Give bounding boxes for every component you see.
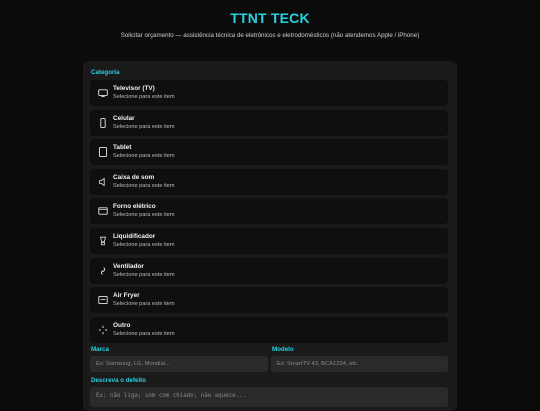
category-title: Liquidificador	[113, 232, 156, 240]
blender-icon	[98, 236, 108, 246]
brand-label: Marca	[91, 346, 109, 353]
defect-label: Descreva o defeito	[91, 377, 147, 384]
fan-icon	[98, 266, 108, 276]
category-subtitle: Selecione para este item	[113, 123, 175, 130]
category-item-tv[interactable]: Televisor (TV) Selecione para este item	[90, 80, 448, 106]
category-subtitle: Selecione para este item	[113, 182, 175, 189]
category-item-phone[interactable]: Celular Selecione para este item	[90, 109, 448, 136]
category-item-fan[interactable]: Ventilador Selecione para este item	[90, 257, 448, 284]
tv-icon	[98, 88, 108, 98]
model-input[interactable]: Ex: SmartTV 43, BCA1234, etc.	[271, 356, 448, 372]
category-subtitle: Selecione para este item	[113, 153, 175, 160]
defect-textarea[interactable]: Ex: não liga; som com chiado; não aquece…	[90, 387, 448, 407]
category-item-oven[interactable]: Forno elétrico Selecione para este item	[90, 198, 448, 225]
category-title: Televisor (TV)	[113, 85, 155, 92]
oven-icon	[98, 206, 108, 216]
category-title: Celular	[113, 114, 135, 122]
page-header: TTNT TECK Solicitar orçamento — assistên…	[0, 0, 540, 39]
category-item-other[interactable]: Outro Selecione para este item	[90, 316, 448, 343]
category-item-blender[interactable]: Liquidificador Selecione para este item	[90, 227, 448, 254]
brand-input[interactable]: Ex: Samsung, LG, Mondial...	[90, 356, 268, 372]
category-subtitle: Selecione para este item	[113, 301, 175, 308]
category-title: Air Fryer	[113, 292, 140, 300]
category-subtitle: Selecione para este item	[113, 212, 175, 219]
page-subtitle: Solicitar orçamento — assistência técnic…	[120, 32, 420, 39]
category-title: Tablet	[113, 144, 132, 152]
category-item-tablet[interactable]: Tablet Selecione para este item	[90, 139, 448, 166]
other-icon	[98, 325, 108, 335]
category-title: Forno elétrico	[113, 203, 156, 211]
category-list: Televisor (TV) Selecione para este item …	[90, 80, 448, 346]
category-item-air-fryer[interactable]: Air Fryer Selecione para este item	[90, 287, 448, 314]
category-subtitle: Selecione para este item	[113, 330, 175, 337]
category-subtitle: Selecione para este item	[113, 271, 175, 278]
brand-title: TTNT TECK	[230, 10, 310, 26]
category-subtitle: Selecione para este item	[113, 241, 175, 248]
category-item-speaker[interactable]: Caixa de som Selecione para este item	[90, 168, 448, 195]
model-label: Modelo	[272, 346, 294, 353]
speaker-icon	[98, 177, 108, 187]
category-title: Outro	[113, 321, 131, 329]
air-fryer-icon	[98, 295, 108, 305]
category-subtitle: Selecione para este item	[113, 94, 175, 100]
category-title: Caixa de som	[113, 173, 155, 181]
phone-icon	[98, 117, 108, 128]
quote-form-panel: Categoria Televisor (TV) Selecione para …	[83, 61, 457, 411]
category-title: Ventilador	[113, 262, 144, 270]
tablet-icon	[98, 147, 108, 158]
category-label: Categoria	[91, 69, 120, 76]
